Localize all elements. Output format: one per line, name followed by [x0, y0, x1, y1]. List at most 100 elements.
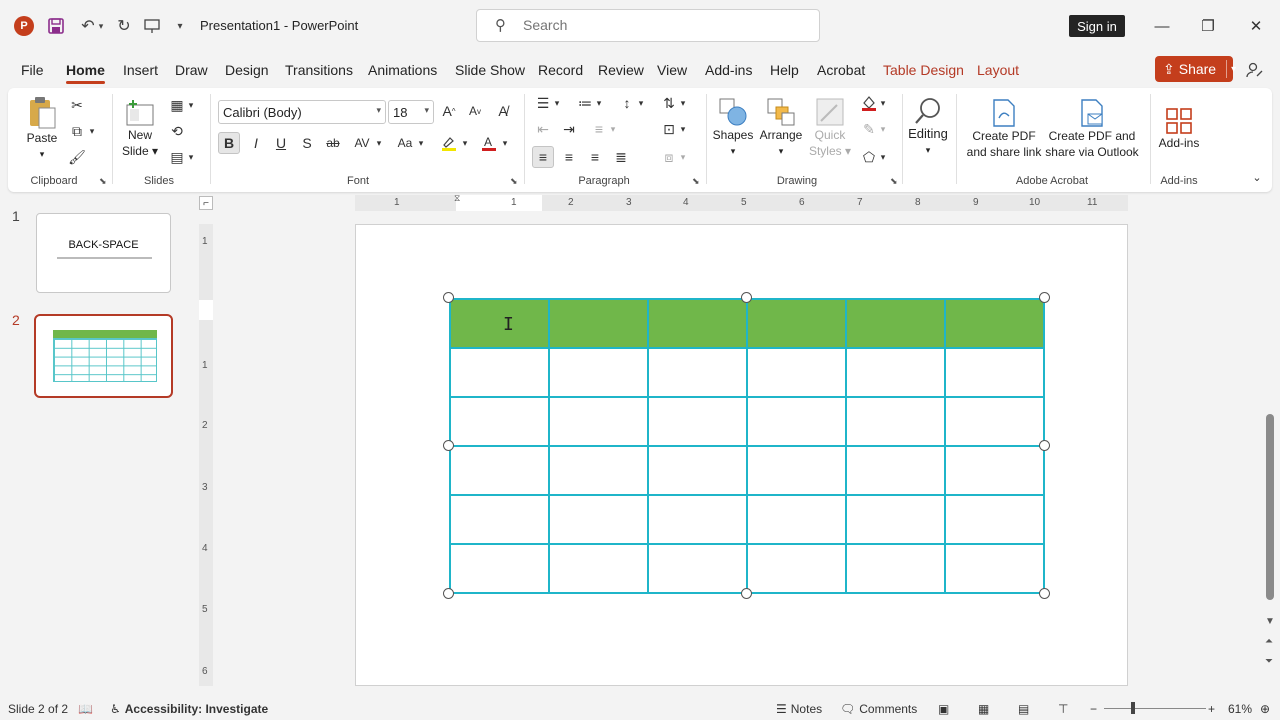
spacing-dropdown-icon[interactable]: ▾	[374, 132, 384, 154]
tab-review[interactable]: Review	[598, 62, 644, 78]
quick-styles-button[interactable]: Quick Styles ▾	[808, 92, 852, 164]
vertical-scrollbar[interactable]: ▼ ⏶ ⏷	[1262, 196, 1278, 680]
table-cell[interactable]	[944, 543, 1045, 594]
shadow-button[interactable]: S	[296, 132, 318, 154]
resize-handle[interactable]	[1039, 588, 1050, 599]
spelling-icon[interactable]: 📖	[78, 702, 93, 716]
layout-dropdown-icon[interactable]: ▾	[186, 94, 196, 116]
font-color-icon[interactable]: A	[478, 132, 500, 154]
share-dropdown-icon[interactable]: ▾	[1226, 60, 1236, 78]
table-cell[interactable]	[746, 543, 847, 594]
table-cell[interactable]	[845, 543, 946, 594]
notes-button[interactable]: ☰ Notes	[776, 702, 822, 716]
table-cell[interactable]	[746, 445, 847, 496]
comments-pane-icon[interactable]	[1246, 58, 1264, 82]
indent-marker-icon[interactable]: ⧖	[454, 193, 460, 204]
editing-button[interactable]: Editing ▾	[906, 90, 950, 164]
table-cell[interactable]	[647, 298, 748, 349]
character-spacing-button[interactable]: AV	[348, 132, 376, 154]
table-cell[interactable]	[548, 298, 649, 349]
text-direction-icon[interactable]: ⇅	[658, 92, 680, 114]
restore-icon[interactable]: ❐	[1196, 14, 1220, 38]
shape-outline-icon[interactable]: ✎	[858, 118, 880, 140]
font-color-dropdown-icon[interactable]: ▾	[500, 132, 510, 154]
present-icon[interactable]	[140, 14, 164, 38]
slide-thumbnail-2[interactable]	[34, 314, 173, 398]
tab-insert[interactable]: Insert	[123, 62, 158, 78]
align-left-button[interactable]: ≡	[532, 146, 554, 168]
bullets-icon[interactable]: ☰	[532, 92, 554, 114]
tab-design[interactable]: Design	[225, 62, 269, 78]
font-launcher-icon[interactable]: ⬊	[510, 176, 518, 187]
tab-home[interactable]: Home	[66, 62, 105, 84]
add-ins-button[interactable]: Add-ins	[1154, 94, 1204, 164]
table-cell[interactable]	[845, 445, 946, 496]
slide-table[interactable]	[449, 298, 1045, 594]
close-icon[interactable]: ✕	[1244, 14, 1268, 38]
table-cell[interactable]	[647, 445, 748, 496]
customize-toolbar-icon[interactable]: ▾	[172, 14, 188, 38]
resize-handle[interactable]	[1039, 292, 1050, 303]
table-cell[interactable]	[548, 347, 649, 398]
italic-button[interactable]: I	[245, 132, 267, 154]
tab-record[interactable]: Record	[538, 62, 583, 78]
increase-indent-icon[interactable]: ⇥	[558, 118, 580, 140]
bold-button[interactable]: B	[218, 132, 240, 154]
strikethrough-button[interactable]: ab	[322, 132, 344, 154]
justify-button[interactable]: ≣	[610, 146, 632, 168]
numbering-dropdown-icon[interactable]: ▾	[594, 92, 604, 114]
table-cell[interactable]	[548, 494, 649, 545]
section-dropdown-icon[interactable]: ▾	[186, 146, 196, 168]
increase-font-size-icon[interactable]: A ^	[438, 100, 460, 122]
columns-icon[interactable]: ≡	[588, 118, 610, 140]
underline-button[interactable]: U	[270, 132, 292, 154]
copy-dropdown-icon[interactable]: ▾	[86, 120, 98, 142]
undo-dropdown-icon[interactable]: ▾	[96, 14, 106, 38]
table-cell[interactable]	[647, 494, 748, 545]
table-cell[interactable]	[449, 298, 550, 349]
table-cell[interactable]	[746, 347, 847, 398]
smartart-dropdown-icon[interactable]: ▾	[678, 146, 688, 168]
cut-icon[interactable]: ✂	[66, 94, 88, 116]
tab-layout[interactable]: Layout	[977, 62, 1019, 78]
drawing-launcher-icon[interactable]: ⬊	[890, 176, 898, 187]
table-cell[interactable]	[548, 445, 649, 496]
slide-show-icon[interactable]: ⊤	[1058, 702, 1068, 716]
tab-help[interactable]: Help	[770, 62, 799, 78]
align-center-button[interactable]: ≡	[558, 146, 580, 168]
table-cell[interactable]	[845, 494, 946, 545]
collapse-ribbon-icon[interactable]: ⌄	[1246, 166, 1268, 188]
search-box[interactable]: ⚲	[476, 9, 820, 42]
create-pdf-outlook-button[interactable]: Create PDF and share via Outlook	[1044, 94, 1140, 164]
scrollbar-thumb[interactable]	[1266, 414, 1274, 600]
shape-outline-dropdown-icon[interactable]: ▾	[878, 118, 888, 140]
align-right-button[interactable]: ≡	[584, 146, 606, 168]
sign-in-button[interactable]: Sign in	[1069, 15, 1125, 37]
normal-view-icon[interactable]: ▣	[938, 702, 949, 716]
table-cell[interactable]	[647, 396, 748, 447]
table-cell[interactable]	[449, 543, 550, 594]
case-dropdown-icon[interactable]: ▾	[416, 132, 426, 154]
table-cell[interactable]	[944, 494, 1045, 545]
shape-effects-icon[interactable]: ⬠	[858, 146, 880, 168]
zoom-level[interactable]: 61%	[1228, 702, 1252, 716]
tab-stop-selector[interactable]: ⌐	[199, 196, 213, 210]
font-size-select[interactable]: 18 ▾	[388, 100, 434, 124]
table-cell[interactable]	[746, 298, 847, 349]
align-text-dropdown-icon[interactable]: ▾	[678, 118, 688, 140]
bullets-dropdown-icon[interactable]: ▾	[552, 92, 562, 114]
zoom-slider[interactable]	[1104, 708, 1206, 709]
table-cell[interactable]	[746, 494, 847, 545]
format-painter-icon[interactable]: 🖌	[66, 146, 88, 168]
decrease-indent-icon[interactable]: ⇤	[532, 118, 554, 140]
highlight-dropdown-icon[interactable]: ▾	[460, 132, 470, 154]
resize-handle[interactable]	[443, 292, 454, 303]
resize-handle[interactable]	[741, 588, 752, 599]
reading-view-icon[interactable]: ▤	[1018, 702, 1029, 716]
section-icon[interactable]: ▤	[166, 146, 188, 168]
table-cell[interactable]	[449, 396, 550, 447]
highlight-icon[interactable]	[438, 132, 460, 154]
numbering-icon[interactable]: ≔	[574, 92, 596, 114]
table-cell[interactable]	[647, 543, 748, 594]
paste-button[interactable]: Paste ▾	[24, 94, 60, 164]
